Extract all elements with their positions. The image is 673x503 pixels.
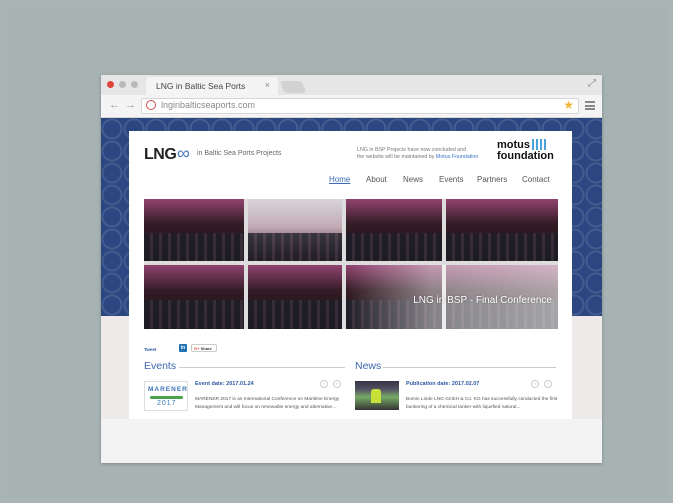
- events-next-button[interactable]: ›: [333, 380, 341, 388]
- site-logo-text[interactable]: LNG: [144, 146, 177, 164]
- browser-menu-icon[interactable]: [585, 101, 595, 110]
- tab-title: LNG in Baltic Sea Ports: [156, 81, 246, 91]
- site-logo-subtitle: in Baltic Sea Ports Projects: [197, 150, 282, 157]
- backdrop: LNG in Baltic Sea Ports × ⤢ ← → lnginbal…: [8, 8, 666, 496]
- news-prev-button[interactable]: ‹: [531, 380, 539, 388]
- minimize-window-button[interactable]: [119, 81, 126, 88]
- url-text: lnginbalticseaports.com: [161, 100, 256, 110]
- maximize-window-button[interactable]: [131, 81, 138, 88]
- nav-about[interactable]: About: [366, 175, 387, 184]
- news-item-text: Bomin Linde LNG GmbH & Co. KG has succes…: [406, 397, 558, 410]
- nav-contact[interactable]: Contact: [522, 175, 550, 184]
- nav-home[interactable]: Home: [329, 175, 350, 184]
- gallery-photo[interactable]: [346, 199, 442, 261]
- news-next-button[interactable]: ›: [544, 380, 552, 388]
- event-item-title[interactable]: Event date: 2017.01.24: [195, 381, 254, 387]
- back-button[interactable]: ←: [109, 99, 120, 111]
- gallery-photo[interactable]: [446, 199, 558, 261]
- photo-gallery[interactable]: LNG in BSP - Final Conference: [144, 199, 558, 329]
- linkedin-share-icon[interactable]: in: [179, 344, 187, 352]
- news-item-title[interactable]: Publication date: 2017.02.07: [406, 381, 479, 387]
- fullscreen-icon[interactable]: ⤢: [588, 78, 596, 89]
- gallery-photo[interactable]: [144, 265, 244, 329]
- site-logo-symbol-icon[interactable]: ∞: [177, 143, 190, 164]
- motus-link[interactable]: Motus Foundation: [436, 154, 478, 160]
- site-content: LNG ∞ in Baltic Sea Ports Projects LNG i…: [129, 131, 572, 419]
- new-tab-button[interactable]: [279, 81, 307, 93]
- url-input[interactable]: lnginbalticseaports.com ★: [141, 98, 579, 114]
- news-divider: [383, 367, 556, 368]
- site-icon: [146, 100, 156, 110]
- forward-button[interactable]: →: [125, 99, 136, 111]
- notice-line-1: LNG in BSP Projects have now concluded a…: [357, 147, 467, 153]
- gallery-photo[interactable]: [248, 265, 342, 329]
- events-heading: Events: [144, 360, 177, 372]
- share-label: Share: [200, 346, 212, 351]
- news-heading: News: [355, 360, 382, 372]
- close-window-button[interactable]: [107, 81, 114, 88]
- motus-logo-mark-icon: [532, 139, 546, 150]
- tab-close-icon[interactable]: ×: [265, 80, 270, 90]
- browser-window: LNG in Baltic Sea Ports × ⤢ ← → lnginbal…: [101, 75, 602, 463]
- motus-logo-line-2: foundation: [497, 150, 554, 162]
- notice-line-2-text: the website will be maintained by: [357, 154, 435, 160]
- gallery-photo[interactable]: [248, 199, 342, 261]
- nav-partners[interactable]: Partners: [477, 175, 507, 184]
- event-item-text: MARENER 2017 is an International Confere…: [195, 397, 340, 410]
- marener-logo-text: MARENER: [148, 386, 188, 393]
- nav-events[interactable]: Events: [439, 175, 463, 184]
- events-prev-button[interactable]: ‹: [320, 380, 328, 388]
- address-bar: ← → lnginbalticseaports.com ★: [101, 95, 602, 118]
- bookmark-star-icon[interactable]: ★: [563, 98, 574, 112]
- gallery-caption: LNG in BSP - Final Conference: [413, 295, 552, 306]
- gallery-photo[interactable]: [144, 199, 244, 261]
- google-plus-icon: G+: [194, 346, 200, 351]
- marener-wave-icon: [150, 396, 183, 399]
- page-viewport: LNG ∞ in Baltic Sea Ports Projects LNG i…: [101, 118, 602, 419]
- browser-tab[interactable]: LNG in Baltic Sea Ports ×: [146, 77, 278, 95]
- notice-line-2: the website will be maintained by Motus …: [357, 154, 478, 160]
- google-plus-share-button[interactable]: G+ Share: [191, 344, 217, 352]
- tab-bar: LNG in Baltic Sea Ports × ⤢: [101, 75, 602, 95]
- nav-news[interactable]: News: [403, 175, 423, 184]
- motus-foundation-logo[interactable]: motus foundation: [497, 139, 554, 162]
- news-thumbnail[interactable]: [355, 381, 399, 410]
- event-thumbnail[interactable]: MARENER 2017: [144, 381, 188, 411]
- tweet-button[interactable]: Tweet: [144, 347, 156, 352]
- marener-year: 2017: [157, 400, 177, 407]
- events-divider: [179, 367, 345, 368]
